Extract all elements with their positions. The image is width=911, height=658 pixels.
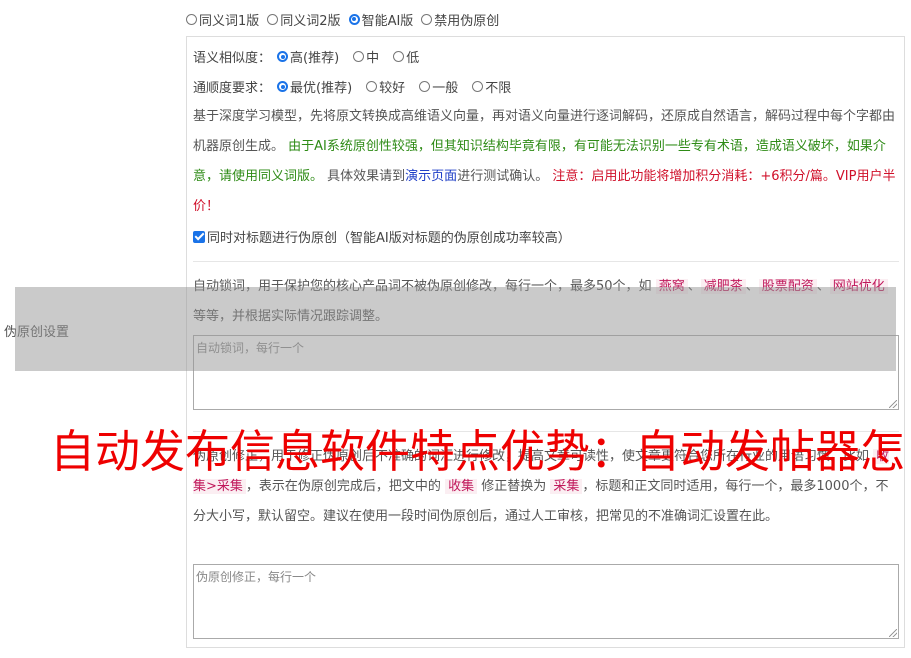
radio-icon xyxy=(366,81,378,92)
checkbox-checked-icon[interactable] xyxy=(193,230,205,243)
similarity-label: 语义相似度： xyxy=(193,51,272,66)
radio-checked-icon xyxy=(277,51,289,62)
radio-icon xyxy=(267,13,279,25)
fluency-radio-best[interactable]: 最优(推荐) xyxy=(277,77,352,96)
fluency-radio-normal[interactable]: 一般 xyxy=(419,77,458,96)
similarity-radio-high[interactable]: 高(推荐) xyxy=(277,47,339,66)
mode-radio-ai[interactable]: 智能AI版 xyxy=(348,10,413,29)
fluency-row: 通顺度要求： 最优(推荐) 较好 一般 不限 xyxy=(193,77,519,96)
fluency-label: 通顺度要求： xyxy=(193,81,272,96)
radio-icon xyxy=(186,13,197,25)
demo-page-link[interactable]: 演示页面 xyxy=(405,169,457,184)
resize-grip-icon[interactable] xyxy=(889,400,897,408)
fluency-radio-good[interactable]: 较好 xyxy=(366,77,405,96)
ai-description: 基于深度学习模型，先将原文转换成高维语义向量，再对语义向量进行逐词解码，还原成自… xyxy=(193,102,899,222)
title-checkbox-row[interactable]: 同时对标题进行伪原创（智能AI版对标题的伪原创成功率较高） xyxy=(193,227,571,246)
correction-textarea[interactable]: 伪原创修正，每行一个 xyxy=(193,564,899,639)
similarity-radio-medium[interactable]: 中 xyxy=(353,47,379,66)
test-suffix-text: 进行测试确认。 xyxy=(457,169,549,184)
radio-checked-icon xyxy=(348,13,360,25)
mode-radio-group: 同义词1版 同义词2版 智能AI版 禁用伪原创 xyxy=(186,9,507,29)
grey-overlay-band xyxy=(15,287,896,371)
similarity-row: 语义相似度： 高(推荐) 中 低 xyxy=(193,47,427,66)
similarity-radio-low[interactable]: 低 xyxy=(393,47,419,66)
title-checkbox-label: 同时对标题进行伪原创（智能AI版对标题的伪原创成功率较高） xyxy=(207,231,571,246)
resize-grip-icon[interactable] xyxy=(889,629,897,637)
divider xyxy=(193,261,899,262)
radio-icon xyxy=(353,51,365,62)
correction-placeholder: 伪原创修正，每行一个 xyxy=(196,570,317,584)
mode-radio-synonym-2[interactable]: 同义词2版 xyxy=(267,10,341,29)
mode-radio-synonym-1[interactable]: 同义词1版 xyxy=(186,10,259,29)
radio-icon xyxy=(393,51,405,62)
fluency-radio-any[interactable]: 不限 xyxy=(472,77,511,96)
test-prefix-text: 具体效果请到 xyxy=(327,169,406,184)
radio-icon xyxy=(421,13,433,25)
radio-icon xyxy=(419,81,431,92)
radio-checked-icon xyxy=(277,81,289,92)
radio-icon xyxy=(472,81,484,92)
mode-radio-disable[interactable]: 禁用伪原创 xyxy=(421,10,499,29)
overlay-headline: 自动发布信息软件特点优势：自动发帖器怎 xyxy=(50,425,906,478)
